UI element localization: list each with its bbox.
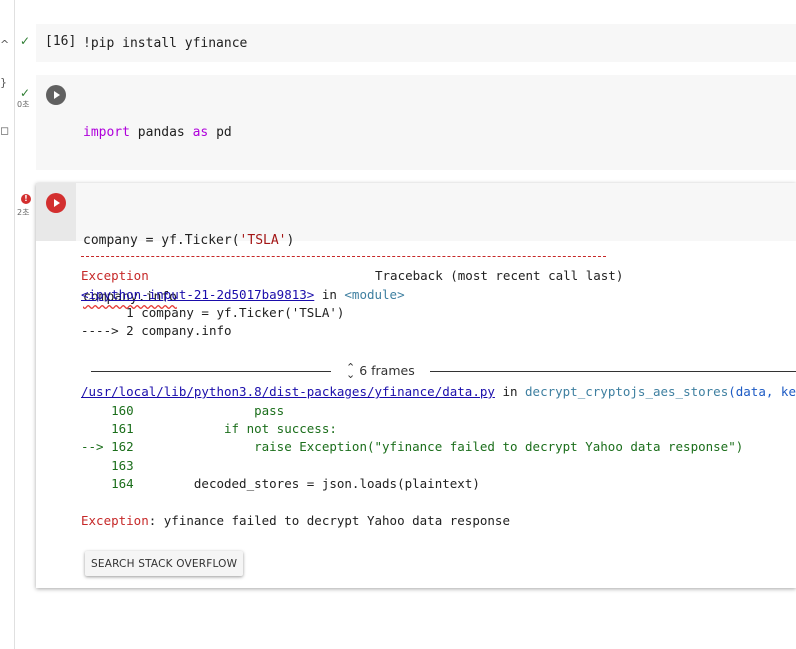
traceback-location: <ipython-input-21-2d5017ba9813> in <modu… bbox=[81, 286, 405, 304]
source-code: pass bbox=[133, 403, 285, 418]
source-code: if not success: bbox=[133, 421, 337, 436]
in-word: in bbox=[314, 287, 345, 302]
code-line: company = yf.Ticker('TSLA') bbox=[83, 231, 294, 250]
code-text: company = yf.Ticker( bbox=[83, 233, 240, 248]
module-name: <module> bbox=[344, 287, 405, 302]
exception-message: Exception: yfinance failed to decrypt Ya… bbox=[81, 512, 510, 530]
collapsed-frames-bar[interactable]: ⌃ ⌄ 6 frames bbox=[91, 362, 796, 380]
exception-text: : yfinance failed to decrypt Yahoo data … bbox=[148, 513, 510, 528]
traceback-header: Exception Traceback (most recent call las… bbox=[81, 267, 623, 285]
source-line: 163 bbox=[81, 457, 134, 475]
exception-label: Exception bbox=[81, 513, 149, 528]
exception-label: Exception bbox=[81, 268, 149, 283]
line-number: 164 bbox=[81, 476, 134, 491]
code-line: import pandas as pd bbox=[83, 123, 247, 142]
ipython-input-link[interactable]: <ipython-input-21-2d5017ba9813> bbox=[81, 287, 314, 302]
source-line: 164 decoded_stores = json.loads(plaintex… bbox=[81, 475, 480, 493]
keyword: import bbox=[83, 125, 130, 140]
execution-time: 2초 bbox=[17, 208, 30, 217]
error-icon: ! bbox=[21, 194, 31, 204]
source-line: 160 pass bbox=[81, 402, 284, 420]
file-path-link[interactable]: /usr/local/lib/python3.8/dist-packages/y… bbox=[81, 384, 495, 399]
keyword: as bbox=[192, 125, 209, 140]
frames-divider-right bbox=[430, 371, 796, 372]
collapse-chevron-icon[interactable]: ^ bbox=[0, 38, 9, 51]
success-check-icon: ✓ bbox=[20, 86, 31, 100]
source-code: decoded_stores = json.loads(plaintext) bbox=[133, 476, 480, 491]
box-icon[interactable]: ◻ bbox=[0, 124, 9, 137]
error-arrow: ----> 2 bbox=[81, 323, 134, 338]
string-literal: 'TSLA' bbox=[239, 233, 287, 248]
in-word: in bbox=[494, 384, 526, 399]
expand-frames-toggle[interactable]: ⌃ ⌄ 6 frames bbox=[346, 360, 415, 381]
traceback-title: Traceback (most recent call last) bbox=[375, 268, 624, 283]
function-args: (data, keys) bbox=[728, 384, 796, 399]
line-number: 163 bbox=[81, 458, 134, 473]
source-line-error: --> 162 raise Exception("yfinance failed… bbox=[81, 438, 743, 456]
traceback-context-line: 1 company = yf.Ticker('TSLA') bbox=[81, 305, 345, 320]
source-line: 161 if not success: bbox=[81, 420, 337, 438]
code-text: company.info bbox=[133, 323, 232, 338]
line-number: 161 bbox=[81, 421, 134, 436]
traceback-context-line: ----> 2 company.info bbox=[81, 322, 232, 340]
source-code: raise Exception("yfinance failed to decr… bbox=[133, 439, 744, 454]
frames-count: 6 frames bbox=[359, 363, 415, 378]
search-stack-overflow-button[interactable]: SEARCH STACK OVERFLOW bbox=[85, 551, 244, 576]
execution-count: [16] bbox=[45, 34, 77, 49]
success-check-icon: ✓ bbox=[20, 34, 31, 48]
line-number: 160 bbox=[81, 403, 134, 418]
frames-divider-left bbox=[91, 371, 331, 372]
expand-collapse-icon: ⌃ ⌄ bbox=[346, 360, 356, 381]
function-name: decrypt_cryptojs_aes_stores bbox=[525, 384, 729, 399]
line-number: --> 162 bbox=[81, 439, 134, 454]
alias: pd bbox=[208, 125, 232, 140]
run-cell-button[interactable] bbox=[46, 193, 66, 213]
brace-icon[interactable]: } bbox=[0, 76, 7, 89]
run-cell-button[interactable] bbox=[46, 85, 66, 105]
code-text: ) bbox=[286, 233, 295, 248]
traceback-separator bbox=[81, 256, 606, 257]
execution-time: 0초 bbox=[17, 100, 30, 109]
gutter-divider bbox=[14, 0, 15, 649]
module-name: pandas bbox=[129, 125, 193, 140]
cell-code[interactable]: !pip install yfinance bbox=[83, 34, 247, 53]
traceback-file-location: /usr/local/lib/python3.8/dist-packages/y… bbox=[81, 383, 796, 401]
